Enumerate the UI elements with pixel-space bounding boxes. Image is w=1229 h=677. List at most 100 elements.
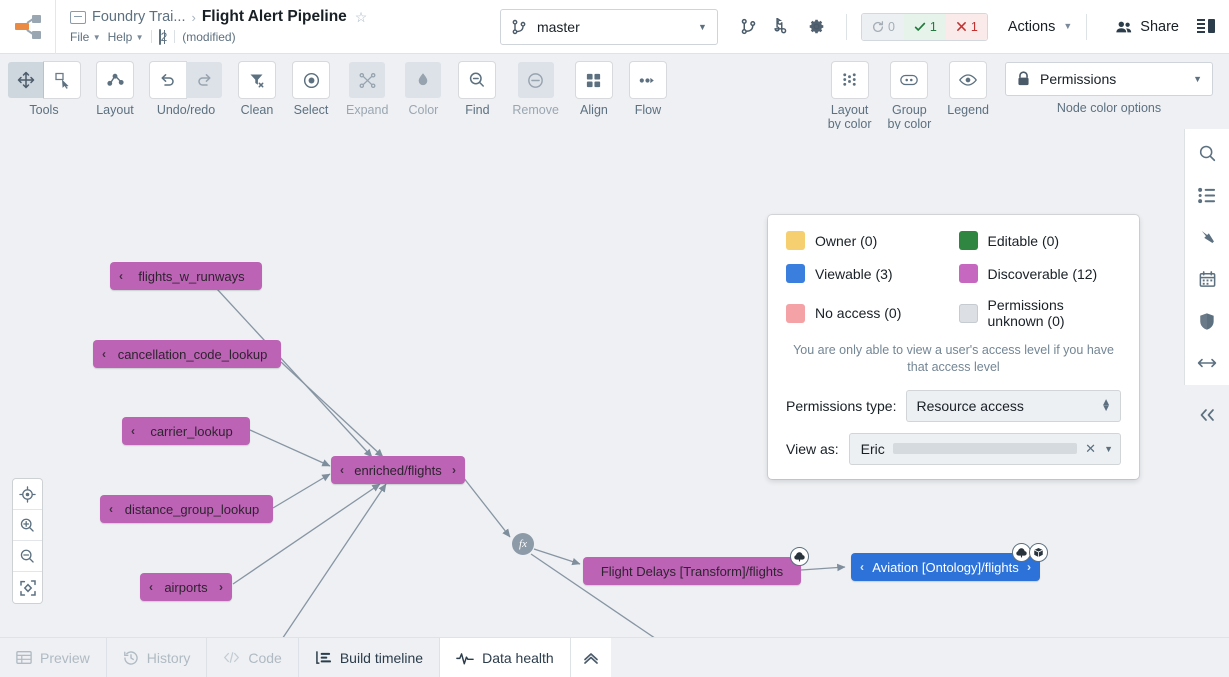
legend-item[interactable]: Viewable (3) xyxy=(786,264,949,283)
align-button[interactable] xyxy=(575,62,612,98)
graph-node-flights_w_runways[interactable]: ‹ flights_w_runways xyxy=(110,262,262,290)
legend-swatch xyxy=(958,303,978,323)
chevron-left-icon: ‹ xyxy=(860,560,864,574)
redo-button[interactable] xyxy=(186,62,222,98)
permissions-type-select[interactable]: Resource access ▲ ▼ xyxy=(906,389,1121,422)
divider xyxy=(174,30,176,44)
recenter-icon[interactable] xyxy=(13,479,42,510)
status-success[interactable]: 1 xyxy=(903,13,946,40)
right-panel-toggle[interactable] xyxy=(1197,18,1217,35)
tab-data-health[interactable]: Data health xyxy=(440,638,571,677)
graph-node-enriched_flights[interactable]: ‹ enriched/flights › xyxy=(331,456,465,484)
find-button[interactable] xyxy=(459,62,496,98)
toolgroup-undo-redo: Undo/redo xyxy=(142,62,230,117)
legend-item[interactable]: Permissions unknown (0) xyxy=(958,297,1122,329)
actions-label: Actions xyxy=(1007,18,1056,35)
hammer-icon[interactable] xyxy=(1195,225,1219,249)
actions-button[interactable]: Actions ▼ xyxy=(1008,19,1072,35)
status-pending[interactable]: 0 xyxy=(861,13,904,40)
branch-selector[interactable]: master ▼ xyxy=(499,8,718,45)
layout-button[interactable] xyxy=(97,62,133,98)
graph-node-transform_flights[interactable]: Flight Delays [Transform]/flights xyxy=(583,557,801,585)
graph-node-distance_group_lookup[interactable]: ‹ distance_group_lookup xyxy=(100,495,273,523)
branches-button[interactable] xyxy=(734,12,764,42)
chevron-down-icon[interactable]: ▼ xyxy=(1104,444,1113,454)
toolgroup-clean: Clean xyxy=(230,62,284,117)
flow-button[interactable] xyxy=(629,62,666,98)
settings-gear-button[interactable] xyxy=(802,12,832,42)
fx-transform-node[interactable]: fx xyxy=(512,533,534,555)
chevron-right-icon: › xyxy=(1027,560,1031,574)
graph-node-carrier_lookup[interactable]: ‹ carrier_lookup xyxy=(122,417,250,445)
graph-node-airports[interactable]: ‹ airports › xyxy=(140,573,232,601)
zoom-in-icon[interactable] xyxy=(13,510,42,541)
arrows-horizontal-icon[interactable] xyxy=(1195,351,1219,375)
permissions-type-value: Resource access xyxy=(916,397,1024,414)
legend-item[interactable]: No access (0) xyxy=(786,297,949,329)
search-icon[interactable] xyxy=(1195,141,1219,165)
toolgroup-find-label: Find xyxy=(465,103,490,117)
group-by-color-button[interactable] xyxy=(891,62,928,98)
tab-code[interactable]: Code xyxy=(207,638,299,677)
tab-data-health-label: Data health xyxy=(482,649,554,666)
breadcrumb-parent[interactable]: Foundry Trai... xyxy=(92,10,185,25)
top-header-bar: Foundry Trai... › Flight Alert Pipeline … xyxy=(0,0,1229,54)
select-button[interactable] xyxy=(293,62,329,98)
board-count[interactable]: 2 xyxy=(158,28,167,45)
app-logo[interactable] xyxy=(0,0,56,54)
toolgroup-remove: Remove xyxy=(504,62,567,117)
legend-item[interactable]: Owner (0) xyxy=(786,231,949,250)
legend-toggle-button[interactable] xyxy=(950,62,987,98)
tab-history[interactable]: History xyxy=(107,638,208,677)
package-badge-icon[interactable] xyxy=(1029,543,1048,562)
undo-button[interactable] xyxy=(150,62,186,98)
shield-icon[interactable] xyxy=(1195,309,1219,333)
header-icon-buttons: 0 1 1 Actions ▼ Share xyxy=(734,12,1229,42)
deployed-badge-icon[interactable] xyxy=(790,547,809,566)
divider xyxy=(1086,13,1088,40)
select-box-tool-button[interactable] xyxy=(44,62,80,98)
toolgroup-flow: Flow xyxy=(621,62,675,117)
graph-node-ontology_flights[interactable]: ‹ Aviation [Ontology]/flights › xyxy=(851,553,1040,581)
list-icon[interactable] xyxy=(1195,183,1219,207)
chevron-down-icon: ▼ xyxy=(1193,74,1202,84)
zoom-out-icon[interactable] xyxy=(13,541,42,572)
expand-panel-icon[interactable] xyxy=(570,638,611,677)
share-button[interactable]: Share xyxy=(1115,19,1179,35)
chevron-right-icon: › xyxy=(219,580,223,594)
close-icon[interactable]: ✕ xyxy=(1085,441,1096,457)
legend-item[interactable]: Discoverable (12) xyxy=(958,264,1122,283)
chevron-left-icon: ‹ xyxy=(119,269,123,283)
tab-build-timeline-label: Build timeline xyxy=(339,649,424,666)
page-title: Flight Alert Pipeline xyxy=(201,8,347,26)
title-block: Foundry Trai... › Flight Alert Pipeline … xyxy=(56,0,367,54)
color-button[interactable] xyxy=(405,62,442,98)
view-as-input[interactable]: Eric ✕ ▼ xyxy=(848,432,1121,465)
status-error[interactable]: 1 xyxy=(945,13,987,40)
clean-button[interactable] xyxy=(239,62,275,98)
legend-item[interactable]: Editable (0) xyxy=(958,231,1122,250)
permissions-type-row: Permissions type: Resource access ▲ ▼ xyxy=(786,389,1121,422)
layout-by-color-button[interactable] xyxy=(831,62,868,98)
graph-node-label: Flight Delays [Transform]/flights xyxy=(600,563,784,579)
tab-build-timeline[interactable]: Build timeline xyxy=(299,638,441,677)
tab-preview[interactable]: Preview xyxy=(0,638,107,677)
legend-swatch xyxy=(786,264,805,283)
graph-node-label: airports xyxy=(164,579,208,595)
permissions-legend-panel: Owner (0) Editable (0) Viewable (3) Discove… xyxy=(768,215,1139,479)
move-tool-button[interactable] xyxy=(8,62,44,98)
node-color-mode-select[interactable]: Permissions ▼ xyxy=(1005,62,1213,96)
collapse-rail-icon[interactable] xyxy=(1197,407,1217,423)
graph-canvas[interactable]: ‹ flights_w_runways ‹ cancellation_code_loo… xyxy=(0,129,1185,637)
favorite-star-icon[interactable]: ☆ xyxy=(355,10,368,24)
expand-button[interactable] xyxy=(349,62,386,98)
lock-icon xyxy=(1016,71,1031,87)
menu-file[interactable]: File ▼ xyxy=(70,30,101,44)
calendar-icon[interactable] xyxy=(1195,267,1219,291)
graph-node-cancellation_code_lookup[interactable]: ‹ cancellation_code_lookup xyxy=(93,340,281,368)
remove-button[interactable] xyxy=(517,62,554,98)
command-palette-button[interactable] xyxy=(768,12,798,42)
toolgroup-select-label: Select xyxy=(293,103,329,117)
menu-help[interactable]: Help ▼ xyxy=(108,30,144,44)
fit-to-screen-icon[interactable] xyxy=(13,572,42,603)
